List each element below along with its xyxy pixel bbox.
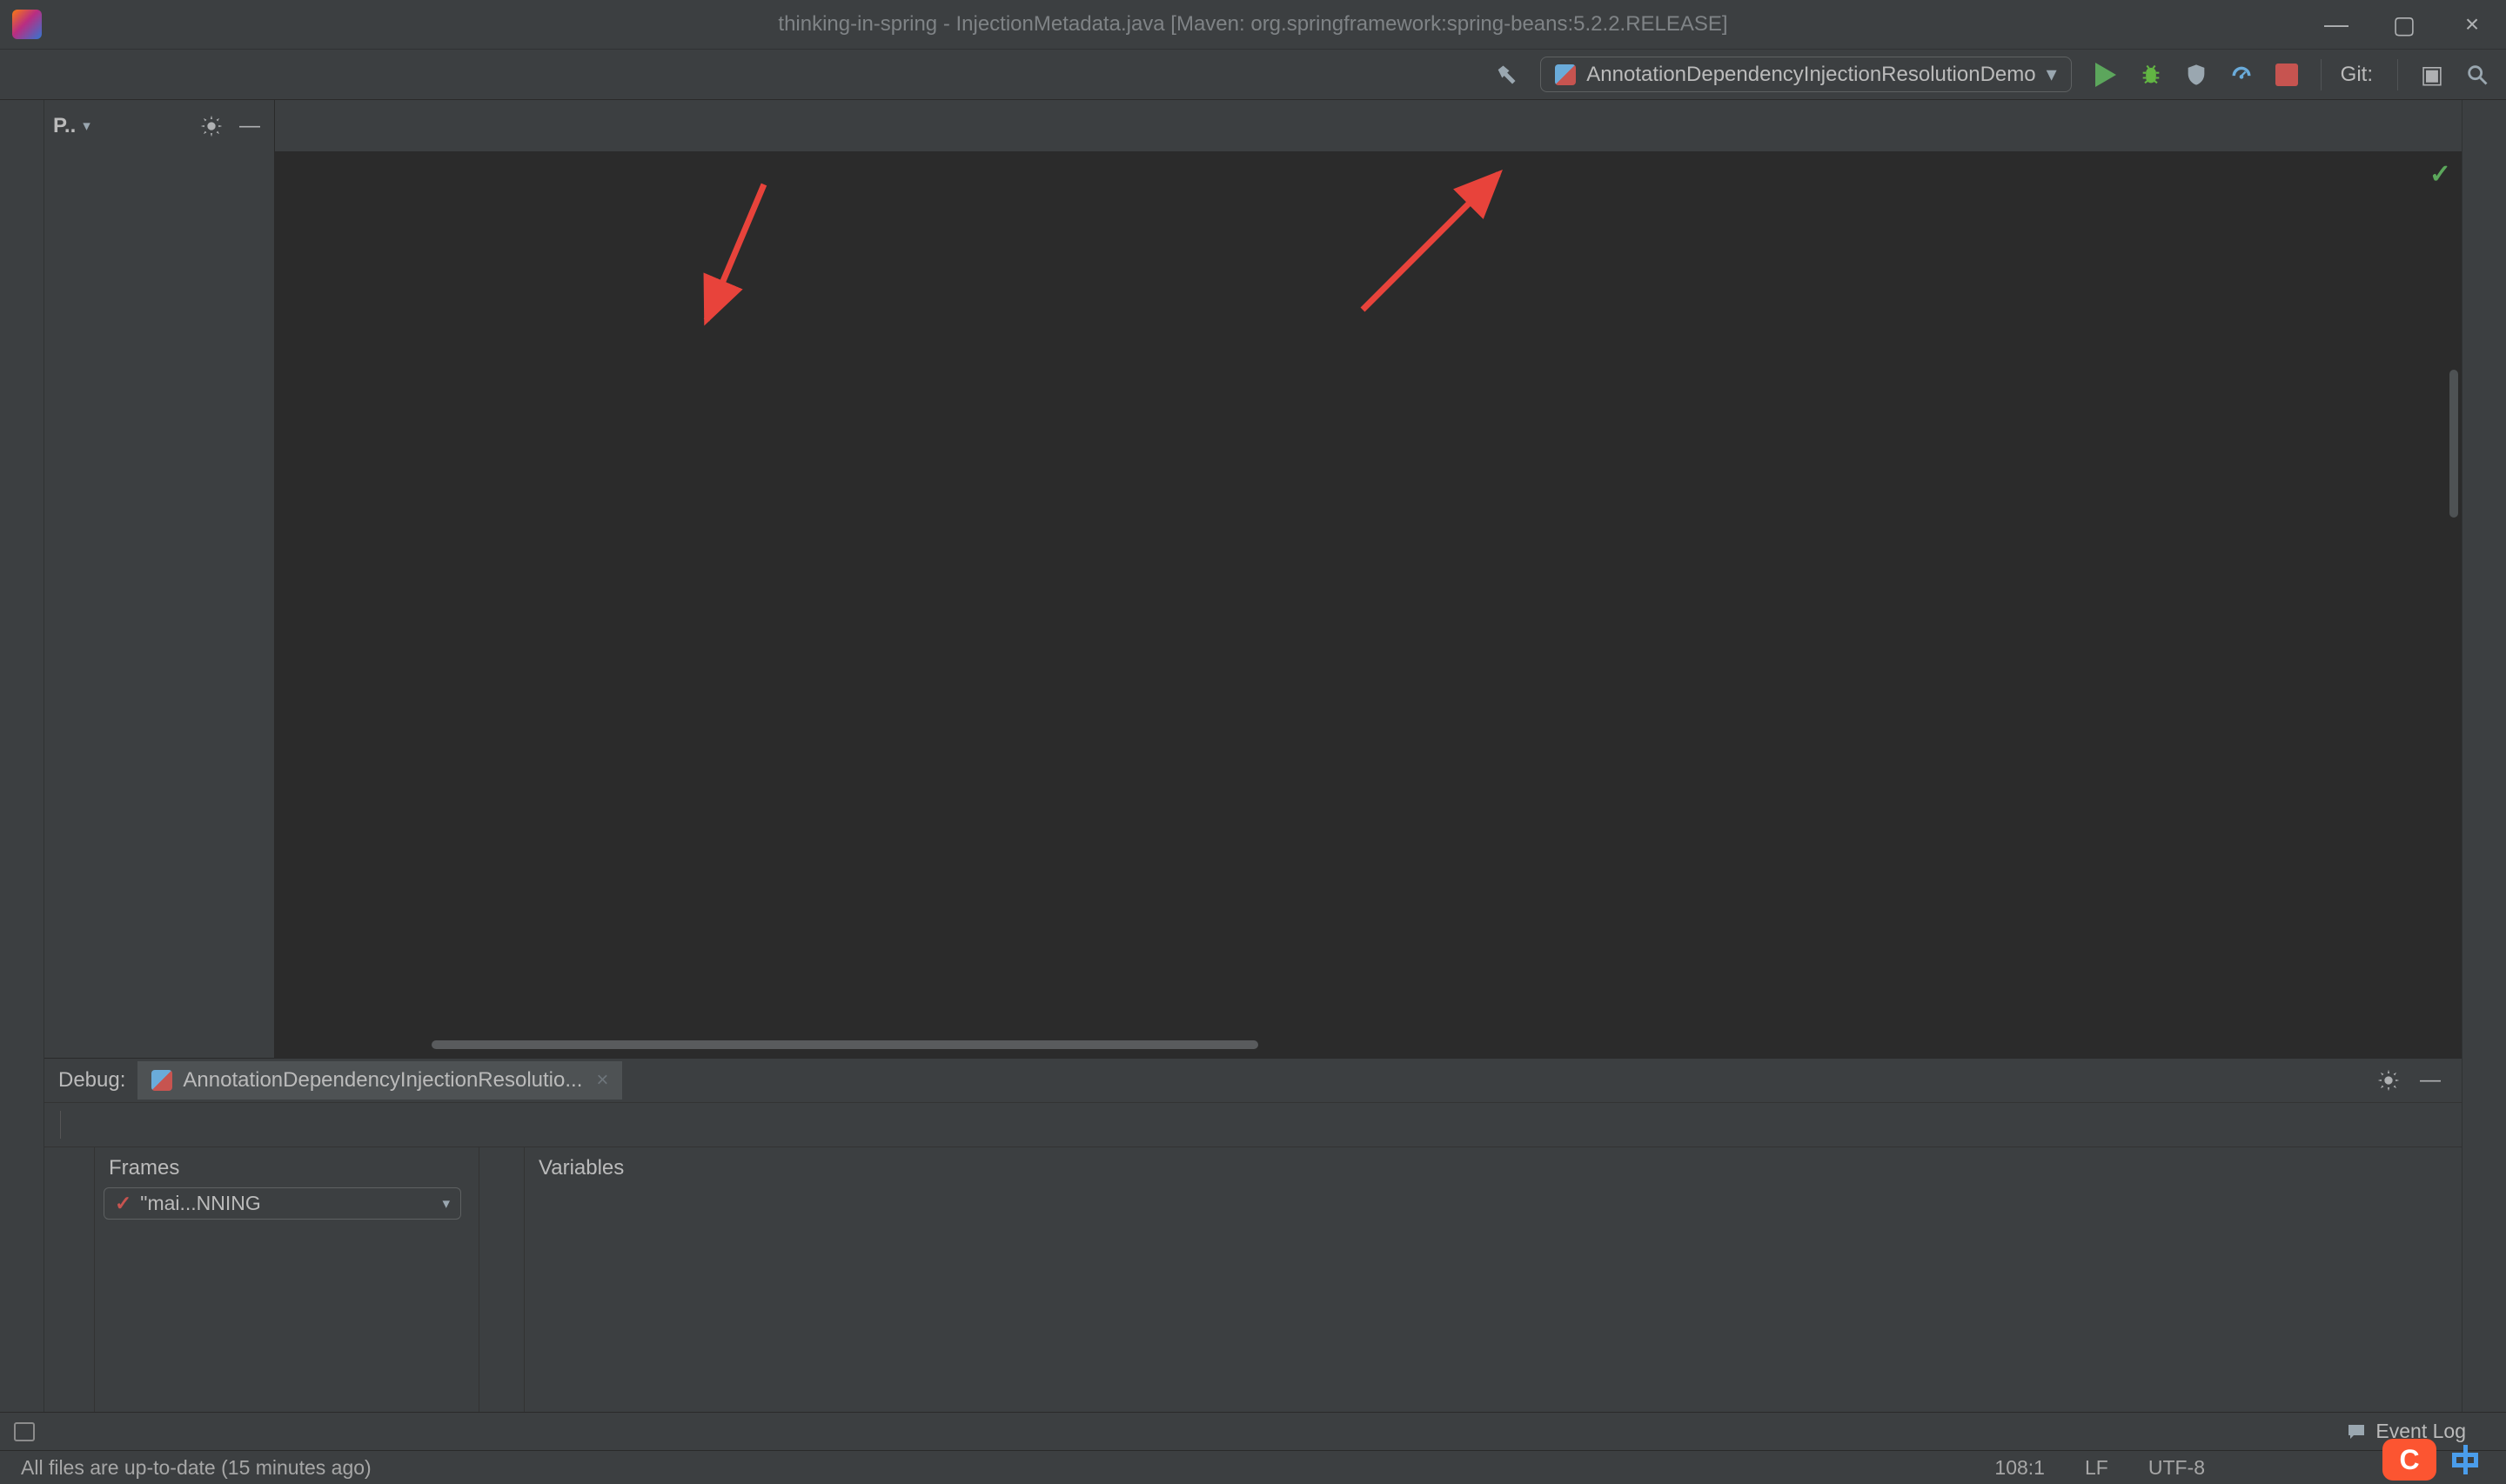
profiler-button[interactable] [2221,55,2261,95]
toolwindow-quick-access-icon[interactable] [14,1421,35,1441]
frames-list [95,1230,479,1412]
run-config-icon [151,1070,173,1091]
horizontal-scrollbar[interactable] [432,1040,1258,1049]
build-hammer-icon[interactable] [1486,55,1526,95]
thread-name: "mai...NNING [140,1192,261,1214]
chevron-down-icon: ▾ [442,1194,450,1212]
editor-zone: ✓ [275,100,2462,1058]
right-tool-stripe [2462,100,2506,1412]
git-label: Git: [2340,62,2373,86]
debug-header: Debug: AnnotationDependencyInjectionReso… [44,1059,2462,1102]
debug-toolbar [44,1102,2462,1147]
project-tool-window: P.. ▾ — [44,100,275,1058]
debug-tool-window: Debug: AnnotationDependencyInjectionReso… [44,1058,2462,1412]
debug-session-tab[interactable]: AnnotationDependencyInjectionResolutio..… [137,1061,623,1100]
variables-panel: Variables [479,1147,2462,1412]
restore-layout-icon[interactable]: ▣ [2412,55,2452,95]
vertical-scrollbar[interactable] [2449,370,2458,518]
bottom-tool-stripe: Event Log [0,1412,2506,1450]
window-controls: — ▢ × [2302,0,2506,49]
inspections-ok-icon[interactable]: ✓ [2429,159,2451,190]
code-editor[interactable]: ✓ [275,152,2462,1058]
run-button[interactable] [2086,55,2126,95]
csdn-logo-icon: C [2382,1439,2436,1481]
ime-indicator-icon [2447,1441,2483,1478]
line-separator[interactable]: LF [2085,1456,2108,1480]
variables-list [525,1184,2462,1412]
variables-title: Variables [539,1156,625,1180]
run-configuration-select[interactable]: AnnotationDependencyInjectionResolutionD… [1540,57,2072,92]
settings-gear-icon[interactable] [196,110,227,142]
status-message: All files are up-to-date (15 minutes ago… [21,1455,372,1479]
navigation-bar: AnnotationDependencyInjectionResolutionD… [0,50,2506,100]
debug-label: Debug: [58,1068,126,1092]
title-bar: thinking-in-spring - InjectionMetadata.j… [0,0,2506,50]
debug-button[interactable] [2131,55,2171,95]
app-icon [12,10,42,39]
status-bar: All files are up-to-date (15 minutes ago… [0,1450,2506,1484]
close-icon[interactable]: × [596,1068,608,1093]
settings-gear-icon[interactable] [2376,1068,2401,1093]
minimize-button[interactable]: — [2302,0,2370,49]
coverage-button[interactable] [2176,55,2216,95]
frames-title: Frames [109,1156,180,1180]
project-panel-title[interactable]: P.. [53,114,76,138]
variables-toolbar [479,1147,525,1412]
file-encoding[interactable]: UTF-8 [2148,1456,2205,1480]
watermark: C [2382,1439,2494,1481]
thread-selector[interactable]: ✓ "mai...NNING ▾ [104,1187,461,1220]
project-tree [44,152,274,1058]
debug-side-toolbar [44,1147,95,1412]
close-button[interactable]: × [2438,0,2506,49]
hide-panel-icon[interactable]: — [2420,1068,2441,1093]
chevron-down-icon[interactable]: ▾ [83,117,90,135]
ide-window: thinking-in-spring - InjectionMetadata.j… [0,0,2506,1484]
left-tool-stripe [0,100,44,1412]
search-everywhere-icon[interactable] [2457,55,2497,95]
thread-status-icon: ✓ [115,1192,132,1214]
hide-panel-icon[interactable]: — [234,110,265,142]
frames-panel: Frames ✓ "mai...NNING ▾ [95,1147,479,1412]
run-config-name: AnnotationDependencyInjectionResolutionD… [1586,62,2036,86]
chevron-down-icon: ▾ [2046,63,2057,86]
caret-position[interactable]: 108:1 [1994,1456,2045,1480]
maximize-button[interactable]: ▢ [2370,0,2438,49]
run-toolbar: AnnotationDependencyInjectionResolutionD… [1486,55,2497,95]
run-config-icon [1555,64,1577,85]
editor-tab-bar [275,100,2462,152]
window-title: thinking-in-spring - InjectionMetadata.j… [778,12,1728,36]
project-panel-header: P.. ▾ — [44,100,274,152]
stop-button[interactable] [2267,55,2307,95]
debug-session-name: AnnotationDependencyInjectionResolutio..… [183,1068,583,1092]
